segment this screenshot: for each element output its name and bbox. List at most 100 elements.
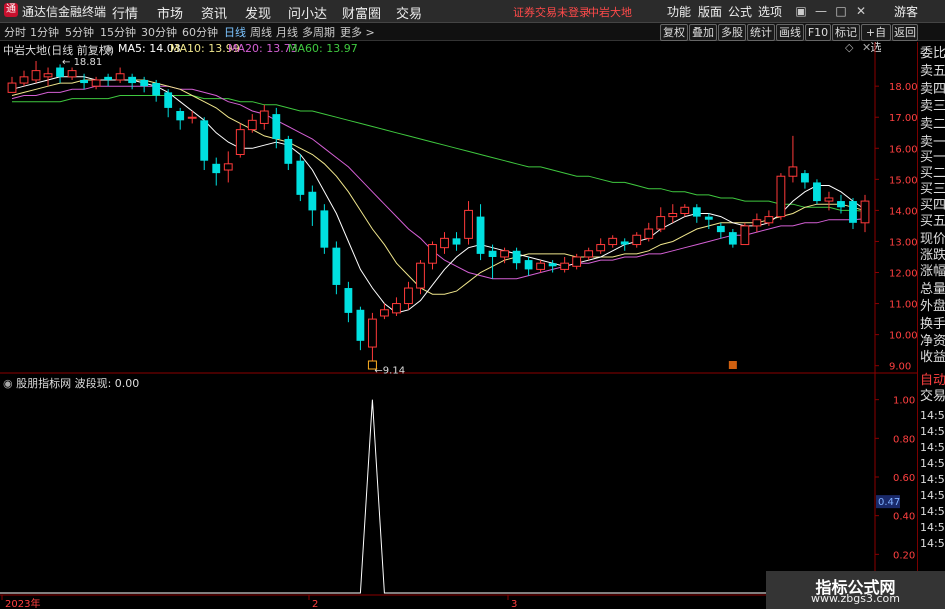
candle-body [692,207,701,217]
period-1min[interactable]: 1分钟 [30,24,59,40]
candle-body [200,120,209,161]
candle-body [801,173,809,183]
ma60-line [12,95,866,212]
biaoji-button[interactable]: 标记 [832,24,860,41]
menu-shichang[interactable]: 市场 [157,3,183,22]
candle-body [500,250,509,258]
side-label-27: 14:56 [920,505,945,518]
menu-gongshi[interactable]: 公式 [728,3,752,20]
wave-signal-line [0,399,875,594]
sub-dropdown-icon[interactable]: ◉ [3,377,16,390]
period-monthly[interactable]: 月线 [276,24,298,40]
back-button[interactable]: 返回 [892,24,918,41]
side-label-20: 交易 [920,389,945,404]
candle-body [644,228,654,239]
candle-body [380,309,389,317]
side-label-18: 收益 [920,350,945,365]
stock-tag: 中岩大地 [588,6,632,19]
y-tick-label: 10.00 [889,331,917,342]
side-label-19: 自动 [920,373,945,388]
menu-faxian[interactable]: 发现 [245,3,271,22]
side-label-8: 买三 [920,182,945,197]
f10-button[interactable]: F10 [805,24,831,41]
candle-body [187,116,197,119]
period-5min[interactable]: 5分钟 [65,24,94,40]
candle-body [416,262,425,289]
menu-gongneng[interactable]: 功能 [667,3,691,20]
maximize-icon[interactable]: □ [832,2,850,20]
candle-body [320,210,329,248]
period-multi[interactable]: 多周期 [302,24,335,40]
side-label-3: 卖三 [920,99,945,114]
candle-body [332,247,341,285]
minimize-icon[interactable]: — [812,2,830,20]
candle-body [632,234,642,246]
candle-body [272,114,281,139]
candle-body [115,73,125,81]
menu-wenxiaoda[interactable]: 问小达 [288,3,327,22]
candle-body [284,138,293,164]
period-more[interactable]: 更多 > [340,24,375,40]
sub-y-tick-label: 0.20 [893,550,915,561]
period-60min[interactable]: 60分钟 [182,24,218,40]
period-weekly[interactable]: 周线 [250,24,272,40]
side-label-17: 净资 [920,334,945,349]
add-watchlist-button[interactable]: +自选 [861,24,891,54]
candle-body [476,216,485,254]
period-daily[interactable]: 日线 [224,24,246,40]
candle-body [704,216,713,220]
ma20-line [11,85,866,280]
candle-body [212,163,221,174]
skin-icon[interactable]: ▣ [792,2,810,20]
watermark-url: www.zbgs3.com [811,592,900,605]
candle-body [7,82,17,93]
x-tick-label: 2023年 [5,597,40,609]
period-fenshi[interactable]: 分时 [4,24,26,40]
candle-body [91,79,101,87]
candle-body [548,263,557,267]
candle-body [247,119,257,131]
menu-caifuquan[interactable]: 财富圈 [342,3,381,22]
candle-body [560,262,570,270]
side-label-21: 14:56 [920,409,945,422]
side-label-10: 买五 [920,214,945,229]
user-label[interactable]: 游客 [894,3,918,20]
menu-jiaoyi[interactable]: 交易 [396,3,422,22]
y-tick-label: 13.00 [889,237,917,248]
candle-body [668,213,678,218]
tongji-button[interactable]: 统计 [747,24,775,41]
sub-indicator-info: ◉ 股朋指标网 波段现: 0.00 [3,375,139,391]
candle-body [813,182,821,202]
sub-indicator-name[interactable]: 股朋指标网 [16,377,71,390]
candle-body [764,216,774,224]
side-label-24: 14:56 [920,457,945,470]
login-warning[interactable]: 证券交易未登录 [513,4,590,20]
candle-body [536,262,546,270]
candle-body [259,110,269,124]
menu-xuanxiang[interactable]: 选项 [758,3,782,20]
candle-body [223,163,233,171]
y-tick-label: 12.00 [889,269,917,280]
side-label-9: 买四 [920,198,945,213]
diejia-button[interactable]: 叠加 [689,24,717,41]
app-title: 通达信金融终端 [22,5,107,19]
watermark: 指标公式网 www.zbgs3.com [766,571,945,609]
candle-body [572,256,582,267]
menu-zixun[interactable]: 资讯 [201,3,227,22]
candle-body [356,309,365,341]
candle-body [31,70,41,81]
period-30min[interactable]: 30分钟 [141,24,177,40]
period-15min[interactable]: 15分钟 [100,24,136,40]
sub-y-tick-label: 0.60 [893,473,915,484]
candle-body [176,111,185,121]
fuquan-button[interactable]: 复权 [660,24,688,41]
menu-hangqing[interactable]: 行情 [112,3,138,22]
close-icon[interactable]: ✕ [852,2,870,20]
candle-body [524,260,533,270]
huaxian-button[interactable]: 画线 [776,24,804,41]
y-tick-label: 15.00 [889,175,917,186]
menu-banmian[interactable]: 版面 [698,3,722,20]
candle-body [788,166,798,177]
duogu-button[interactable]: 多股 [718,24,746,41]
kline-chart[interactable]: 18.00 17.00 16.00 15.00 14.00 13.00 12.00 11.00… [0,42,917,609]
